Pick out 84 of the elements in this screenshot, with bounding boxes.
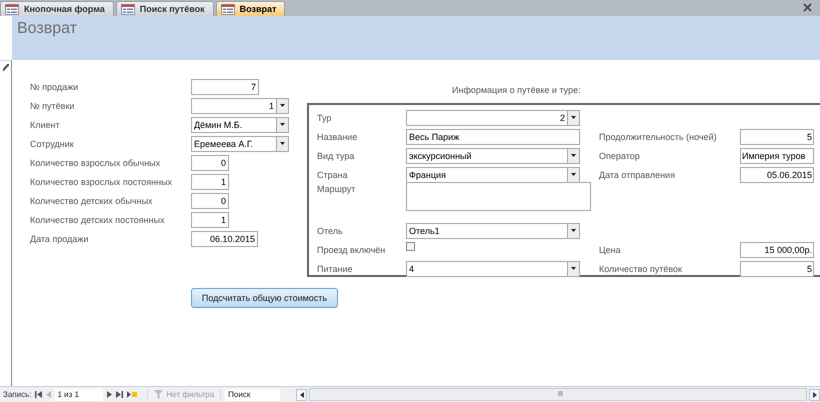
caret-icon [571, 154, 576, 157]
form-icon [220, 4, 235, 14]
combo-box[interactable]: Еремеева А.Г. [191, 136, 289, 152]
left-arrow-icon [300, 392, 304, 398]
dropdown-button[interactable] [567, 148, 579, 162]
input-field[interactable]: 1 [191, 212, 229, 228]
caret-icon [280, 104, 285, 107]
input-field[interactable]: 15 000,00р. [740, 242, 814, 258]
field-label: № продажи [30, 82, 80, 92]
scroll-left-button[interactable] [296, 388, 308, 400]
close-icon[interactable] [803, 3, 812, 12]
combo-box[interactable]: Дёмин М.Б. [191, 116, 289, 132]
scroll-right-button[interactable] [809, 388, 820, 400]
input-field[interactable]: 0 [191, 192, 229, 208]
input-field[interactable]: 1 [191, 174, 229, 190]
field-label: Маршрут [317, 184, 356, 194]
combo-box[interactable]: 1 [191, 98, 289, 114]
caret-icon [280, 123, 285, 126]
document-tab[interactable]: Поиск путёвок [116, 1, 214, 16]
input-field[interactable]: 06.10.2015 [191, 230, 258, 246]
combo-box[interactable]: 4 [406, 260, 580, 276]
field-label: Количество путёвок [599, 264, 683, 274]
section-title: Информация о путёвке и туре: [452, 85, 582, 95]
record-label: Запись: [3, 390, 32, 399]
input-field[interactable]: 7 [191, 78, 259, 94]
caret-icon [571, 173, 576, 176]
document-tab[interactable]: Возврат [216, 1, 286, 16]
field-label: Вид тура [317, 150, 356, 160]
horizontal-scrollbar[interactable] [296, 388, 820, 401]
caret-icon [571, 116, 576, 119]
new-record-icon[interactable] [127, 391, 138, 398]
dropdown-button[interactable] [567, 110, 579, 124]
pencil-icon [2, 63, 9, 72]
input-field[interactable]: 05.06.2015 [740, 166, 814, 182]
field-label: Дата продажи [30, 234, 90, 244]
dropdown-button[interactable] [276, 136, 288, 150]
form-icon [120, 4, 135, 14]
field-label: № путёвки [30, 100, 76, 110]
dropdown-button[interactable] [567, 262, 579, 276]
field-label: Клиент [30, 120, 61, 130]
field-label: Тур [317, 112, 332, 122]
combo-box[interactable]: Франция [406, 166, 580, 182]
field-label: Дата отправления [599, 170, 676, 180]
input-field[interactable]: 5 [740, 260, 814, 276]
checkbox[interactable] [406, 242, 415, 251]
field-label: Количество детских обычных [30, 196, 154, 206]
last-record-icon[interactable] [116, 391, 124, 398]
record-selector[interactable] [0, 60, 12, 386]
combo-box[interactable]: Отель1 [406, 222, 580, 238]
caret-icon [280, 142, 285, 145]
field-label: Количество взрослых обычных [30, 158, 162, 168]
right-arrow-icon [812, 392, 816, 398]
first-record-icon[interactable] [35, 391, 42, 398]
scroll-thumb[interactable] [558, 391, 564, 396]
field-label: Название [317, 132, 358, 142]
field-label: Количество детских постоянных [30, 214, 166, 224]
search-field[interactable]: Поиск [225, 388, 280, 400]
field-label: Продолжительность (ночей) [599, 132, 718, 142]
document-tab[interactable]: Кнопочная форма [0, 1, 114, 16]
field-label: Питание [317, 264, 354, 274]
input-field[interactable]: 5 [740, 128, 814, 144]
field-label: Количество взрослых постоянных [30, 176, 174, 186]
caret-icon [571, 267, 576, 270]
caret-icon [571, 229, 576, 232]
field-label: Страна [317, 170, 349, 180]
record-position-field[interactable]: 1 из 1 [55, 388, 104, 400]
dropdown-button[interactable] [276, 98, 288, 112]
dropdown-button[interactable] [567, 224, 579, 238]
combo-box[interactable]: 2 [406, 110, 580, 126]
dropdown-button[interactable] [276, 118, 288, 132]
field-label: Проезд включён [317, 244, 386, 254]
field-label: Оператор [599, 150, 641, 160]
form-title: Возврат [17, 20, 77, 37]
field-label: Цена [599, 244, 622, 254]
dropdown-button[interactable] [567, 168, 579, 182]
calculate-button[interactable]: Подсчитать общую стоимость [191, 288, 338, 308]
field-label: Отель [317, 226, 344, 236]
combo-box[interactable]: экскурсионный [406, 148, 580, 164]
input-field[interactable]: 0 [191, 154, 229, 170]
next-record-icon[interactable] [107, 391, 112, 398]
input-field[interactable]: Империя туров [740, 148, 814, 164]
field-label: Сотрудник [30, 138, 75, 148]
funnel-icon [154, 390, 164, 399]
input-field[interactable]: Весь Париж [406, 128, 580, 144]
